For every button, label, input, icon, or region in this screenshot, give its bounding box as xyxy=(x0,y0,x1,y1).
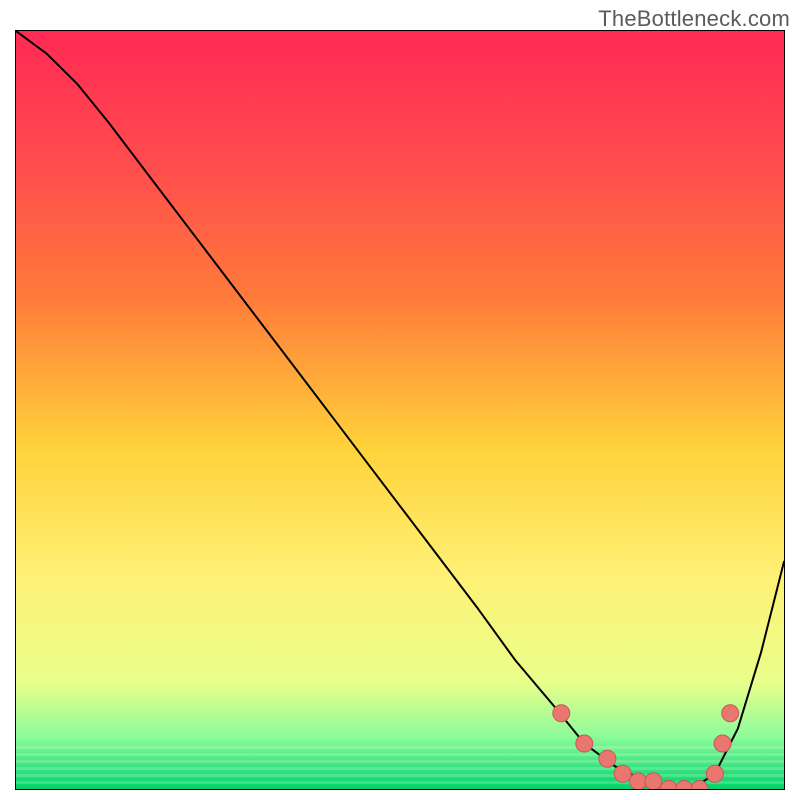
curve-marker xyxy=(553,705,570,722)
band xyxy=(16,760,784,763)
curve-marker xyxy=(722,705,739,722)
chart-stage: TheBottleneck.com xyxy=(0,0,800,800)
band xyxy=(16,774,784,777)
plot-frame xyxy=(15,30,785,790)
curve-marker xyxy=(576,735,593,752)
curve-marker xyxy=(630,773,647,789)
curve-marker xyxy=(645,773,662,789)
gradient-bg xyxy=(16,31,784,789)
curve-marker xyxy=(714,735,731,752)
curve-marker xyxy=(706,765,723,782)
band xyxy=(16,767,784,770)
watermark-text: TheBottleneck.com xyxy=(598,6,790,32)
chart-svg xyxy=(16,31,784,789)
band xyxy=(16,753,784,756)
curve-marker xyxy=(599,750,616,767)
band xyxy=(16,746,784,749)
curve-marker xyxy=(614,765,631,782)
